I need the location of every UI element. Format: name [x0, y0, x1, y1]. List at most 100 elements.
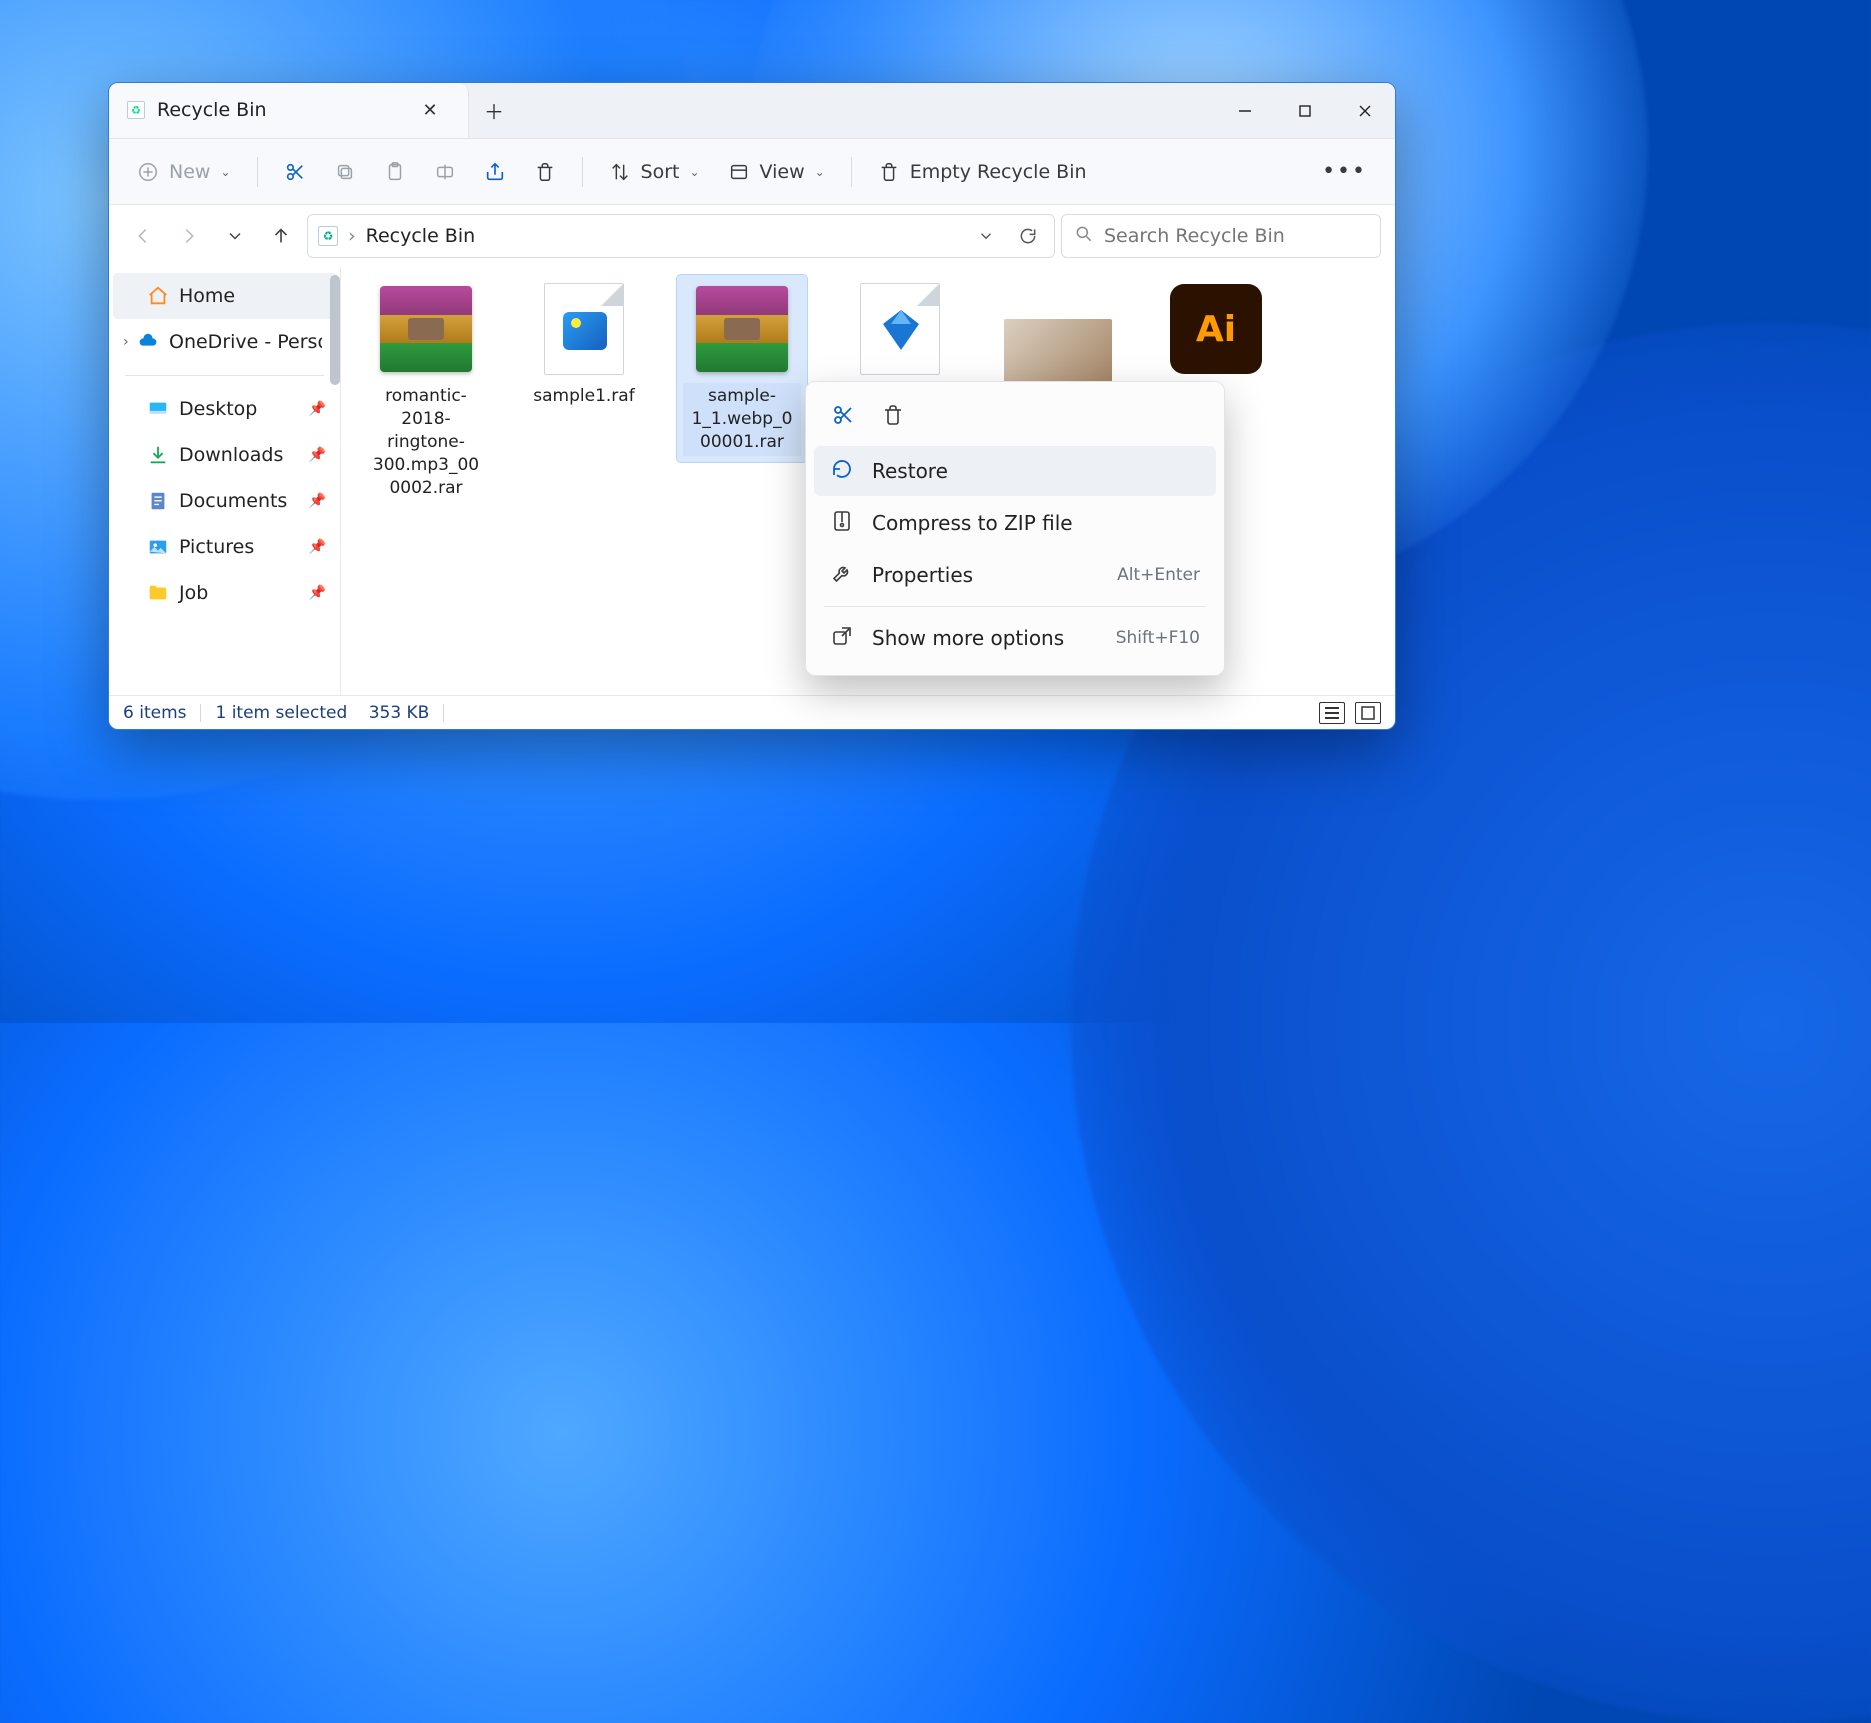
share-icon: [484, 161, 506, 183]
file-item[interactable]: Ai: [1151, 275, 1281, 389]
sidebar-item-home[interactable]: Home: [113, 273, 336, 319]
refresh-button[interactable]: [1012, 220, 1044, 252]
address-dropdown-button[interactable]: [970, 220, 1002, 252]
context-label: Compress to ZIP file: [872, 511, 1073, 535]
delete-button[interactable]: [524, 151, 566, 193]
download-icon: [147, 444, 169, 466]
ai-icon: Ai: [1170, 284, 1262, 374]
rename-icon: [434, 161, 456, 183]
clipboard-icon: [384, 161, 406, 183]
file-name: sample-1_1.webp_000001.rar: [683, 383, 801, 456]
window-controls: [1215, 83, 1395, 138]
onedrive-icon: [137, 331, 159, 353]
sidebar-item-documents[interactable]: Documents 📌: [113, 478, 336, 524]
status-bar: 6 items 1 item selected 353 KB: [109, 695, 1395, 729]
cut-button[interactable]: [274, 151, 316, 193]
context-delete-button[interactable]: [872, 396, 914, 434]
search-input[interactable]: [1104, 225, 1368, 247]
context-label: Show more options: [872, 626, 1064, 650]
sidebar-label: Downloads: [179, 444, 283, 466]
context-shortcut: Alt+Enter: [1117, 565, 1200, 585]
share-button[interactable]: [474, 151, 516, 193]
sidebar-label: OneDrive - Personal: [169, 331, 322, 353]
toolbar: New ⌄: [109, 139, 1395, 205]
empty-recycle-bin-button[interactable]: Empty Recycle Bin: [868, 151, 1097, 193]
close-button[interactable]: [1335, 83, 1395, 138]
chevron-down-icon: ⌄: [689, 165, 699, 179]
scissors-icon: [284, 161, 306, 183]
pin-icon: 📌: [309, 539, 326, 555]
sidebar: Home › OneDrive - Personal Desktop 📌: [109, 267, 341, 695]
status-size: 353 KB: [369, 703, 430, 723]
large-icons-view-button[interactable]: [1355, 702, 1381, 724]
context-properties[interactable]: Properties Alt+Enter: [814, 550, 1216, 600]
view-label: View: [760, 161, 805, 183]
file-item[interactable]: sample1.raf: [519, 275, 649, 416]
context-compress[interactable]: Compress to ZIP file: [814, 498, 1216, 548]
ellipsis-icon: •••: [1322, 159, 1367, 184]
chevron-right-icon: ›: [123, 334, 129, 350]
sidebar-item-job[interactable]: Job 📌: [113, 570, 336, 616]
copy-icon: [334, 161, 356, 183]
context-restore[interactable]: Restore: [814, 446, 1216, 496]
more-button[interactable]: •••: [1312, 151, 1377, 193]
maximize-button[interactable]: [1275, 83, 1335, 138]
sidebar-label: Home: [179, 285, 235, 307]
documents-icon: [147, 490, 169, 512]
forward-button[interactable]: [169, 216, 209, 256]
view-icon: [728, 161, 750, 183]
sidebar-item-desktop[interactable]: Desktop 📌: [113, 386, 336, 432]
sidebar-item-onedrive[interactable]: › OneDrive - Personal: [113, 319, 336, 365]
home-icon: [147, 285, 169, 307]
recycle-bin-icon: ♻: [318, 226, 338, 246]
tab-close-button[interactable]: ✕: [414, 94, 446, 126]
pictures-icon: [147, 536, 169, 558]
file-name: sample1.raf: [525, 383, 643, 410]
new-button[interactable]: New ⌄: [127, 151, 241, 193]
minimize-button[interactable]: [1215, 83, 1275, 138]
pin-icon: 📌: [309, 401, 326, 417]
view-button[interactable]: View ⌄: [718, 151, 835, 193]
sidebar-item-pictures[interactable]: Pictures 📌: [113, 524, 336, 570]
context-label: Properties: [872, 563, 973, 587]
pin-icon: 📌: [309, 585, 326, 601]
file-item[interactable]: [835, 275, 965, 389]
context-more-options[interactable]: Show more options Shift+F10: [814, 613, 1216, 663]
search-box[interactable]: [1061, 214, 1381, 258]
details-view-button[interactable]: [1319, 702, 1345, 724]
navbar: ♻ › Recycle Bin: [109, 205, 1395, 267]
paste-button[interactable]: [374, 151, 416, 193]
back-button[interactable]: [123, 216, 163, 256]
file-name: romantic-2018-ringtone-300.mp3_000002.ra…: [367, 383, 485, 502]
popout-icon: [830, 624, 854, 653]
context-label: Restore: [872, 459, 948, 483]
sort-button[interactable]: Sort ⌄: [599, 151, 710, 193]
sidebar-item-downloads[interactable]: Downloads 📌: [113, 432, 336, 478]
breadcrumb-location[interactable]: Recycle Bin: [366, 225, 476, 247]
chevron-down-icon: ⌄: [220, 165, 230, 179]
address-bar[interactable]: ♻ › Recycle Bin: [307, 214, 1055, 258]
new-tab-button[interactable]: ＋: [469, 83, 519, 138]
wrench-icon: [830, 561, 854, 590]
copy-button[interactable]: [324, 151, 366, 193]
zip-icon: [830, 509, 854, 538]
recent-button[interactable]: [215, 216, 255, 256]
sort-label: Sort: [641, 161, 680, 183]
context-shortcut: Shift+F10: [1116, 628, 1200, 648]
explorer-window: ♻ Recycle Bin ✕ ＋ New ⌄: [108, 82, 1396, 730]
recycle-bin-icon: ♻: [127, 101, 145, 119]
trash-icon: [534, 161, 556, 183]
up-button[interactable]: [261, 216, 301, 256]
file-item-selected[interactable]: sample-1_1.webp_000001.rar: [677, 275, 807, 462]
file-item[interactable]: romantic-2018-ringtone-300.mp3_000002.ra…: [361, 275, 491, 508]
context-cut-button[interactable]: [822, 396, 864, 434]
pin-icon: 📌: [309, 493, 326, 509]
chevron-down-icon: ⌄: [815, 165, 825, 179]
sort-icon: [609, 161, 631, 183]
sidebar-scrollbar[interactable]: [330, 275, 340, 385]
tab-recycle-bin[interactable]: ♻ Recycle Bin ✕: [109, 83, 469, 138]
context-menu: Restore Compress to ZIP file Properties …: [805, 381, 1225, 676]
pin-icon: 📌: [309, 447, 326, 463]
rename-button[interactable]: [424, 151, 466, 193]
status-selected: 1 item selected: [215, 703, 347, 723]
